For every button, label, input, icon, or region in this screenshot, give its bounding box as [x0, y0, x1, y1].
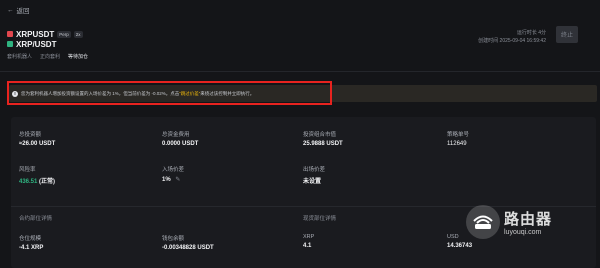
- strategy-id: 策略单号 112649: [447, 130, 469, 147]
- risk-status: (正常): [39, 179, 56, 185]
- total-fee: 总资金费用 0.0000 USDT: [162, 130, 198, 147]
- run-info: 运行时长 4分 创建时间 2025-09-04 16:59:42: [470, 29, 546, 45]
- edit-icon[interactable]: ✎: [175, 177, 180, 183]
- strategy-id-value: 112649: [447, 141, 467, 147]
- back-label: 返回: [16, 8, 30, 15]
- risk-value: 436.51: [19, 179, 38, 185]
- leverage-tag: 2x: [73, 30, 83, 38]
- portfolio-label: 投资组合市值: [303, 132, 337, 138]
- portfolio-value-text: 25.9888 USDT: [303, 141, 343, 147]
- spot-xrp-label: XRP: [303, 234, 315, 240]
- wallet-balance-label: 钱包余额: [162, 236, 185, 242]
- exit-spread-value: 未设置: [303, 179, 322, 185]
- portfolio-value: 投资组合市值 25.9888 USDT: [303, 130, 343, 147]
- runtime: 运行时长 4分: [516, 30, 546, 36]
- contract-section-title: 合约部位详情: [19, 216, 53, 222]
- router-logo-icon: [466, 205, 500, 239]
- exit-spread: 出场价差 未设置: [303, 165, 325, 185]
- total-fee-value: 0.0000 USDT: [162, 141, 199, 147]
- watermark-url: luyouqi.com: [504, 229, 542, 236]
- highlight-box: [7, 81, 332, 105]
- position-size-label: 仓位规模: [19, 236, 42, 242]
- total-invest-value: ≈26.00 USDT: [19, 141, 56, 147]
- entry-spread-label: 入场价差: [162, 167, 185, 173]
- divider: [0, 71, 600, 72]
- created-time: 创建时间 2025-09-04 16:59:42: [478, 38, 546, 44]
- spot-xrp: XRP 4.1: [303, 234, 314, 249]
- wallet-balance-value: -0.00348828 USDT: [162, 245, 214, 251]
- futures-symbol: XRPUSDT: [16, 29, 55, 39]
- futures-coin-icon: [7, 31, 13, 37]
- total-invest-label: 总投资额: [19, 132, 42, 138]
- watermark: 路由器 luyouqi.com: [466, 205, 552, 239]
- spot-coin-icon: [7, 41, 13, 47]
- position-size: 仓位规模 -4.1 XRP: [19, 234, 43, 251]
- arrow-left-icon: ←: [7, 6, 14, 14]
- risk-rate: 风险率 436.51 (正常): [19, 165, 55, 185]
- position-size-value: -4.1 XRP: [19, 245, 44, 251]
- direction: 正向套利: [40, 54, 61, 60]
- entry-spread-value: 1%: [162, 177, 171, 183]
- exit-spread-label: 出场价差: [303, 167, 326, 173]
- status: 等待加仓: [68, 54, 89, 60]
- watermark-title: 路由器: [504, 211, 553, 228]
- total-invest: 总投资额 ≈26.00 USDT: [19, 130, 55, 147]
- back-button[interactable]: ← 返回: [7, 5, 30, 16]
- wallet-balance: 钱包余额 -0.00348828 USDT: [162, 234, 214, 251]
- strategy-id-label: 策略单号: [447, 132, 470, 138]
- risk-label: 风险率: [19, 167, 36, 173]
- spot-xrp-value: 4.1: [303, 243, 312, 249]
- pair-header: XRPUSDT Perp 2x XRP/USDT 套利机器人 正向套利 等待加仓: [7, 29, 88, 60]
- entry-spread: 入场价差 1% ✎: [162, 165, 184, 183]
- total-fee-label: 总资金费用: [162, 132, 190, 138]
- spot-usdt-value: 14.36743: [447, 243, 473, 249]
- stop-button[interactable]: 终止: [556, 26, 578, 43]
- perp-tag: Perp: [57, 30, 71, 38]
- spot-symbol: XRP/USDT: [16, 39, 57, 49]
- strategy-type: 套利机器人: [7, 54, 33, 60]
- spot-section-title: 现货部位详情: [303, 216, 337, 222]
